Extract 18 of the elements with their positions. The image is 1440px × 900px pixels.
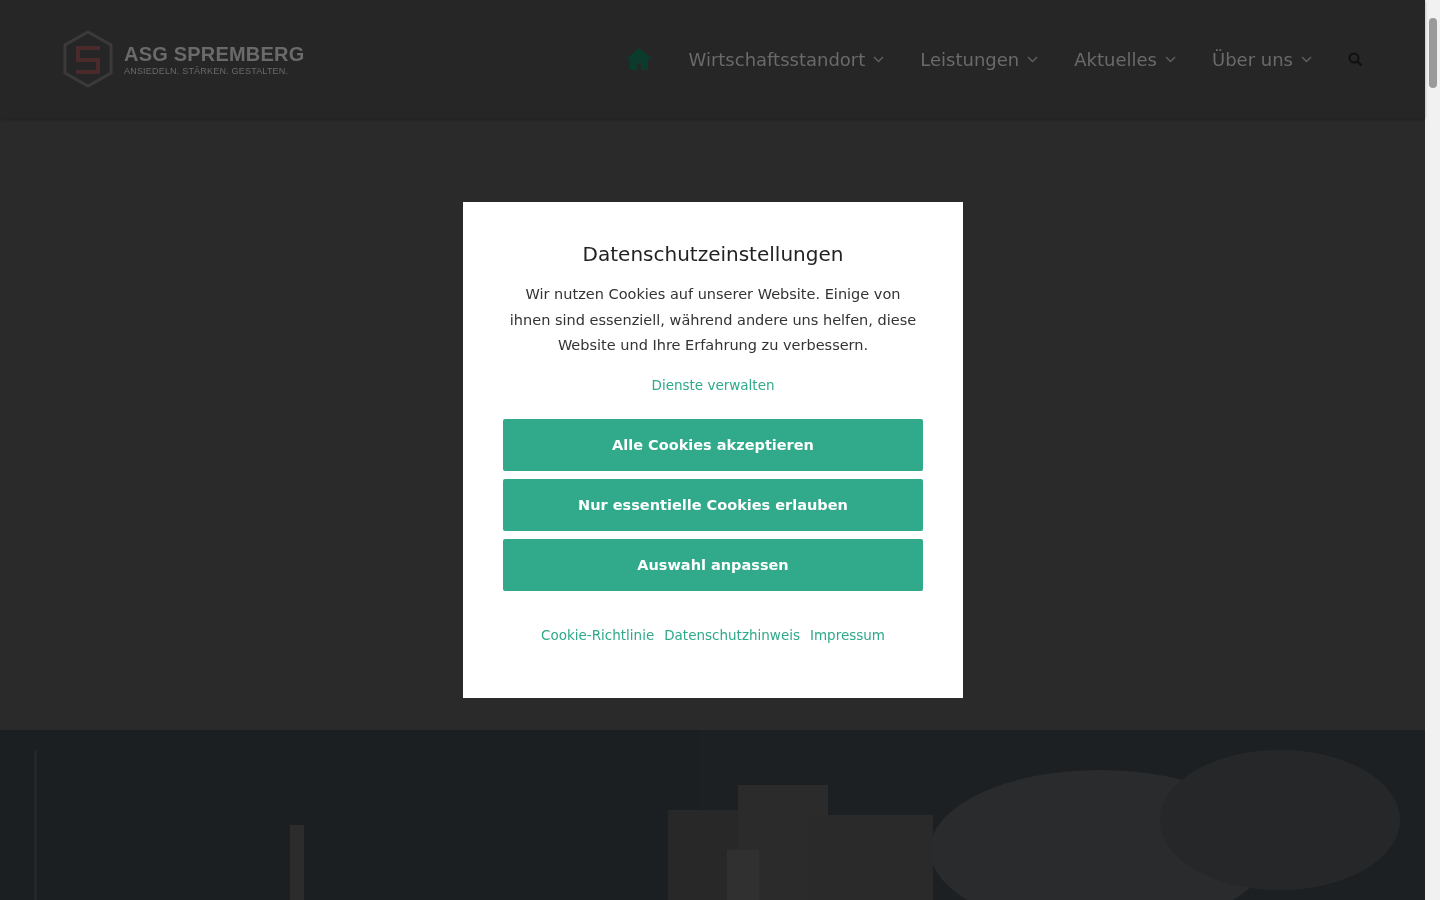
nav-link[interactable]: Über uns — [1212, 48, 1312, 70]
footer-link[interactable]: Datenschutzhinweis — [664, 626, 800, 643]
nav-link[interactable]: Wirtschaftsstandort — [688, 48, 885, 70]
cookie-button[interactable]: Auswahl anpassen — [503, 538, 923, 591]
logo-icon — [62, 30, 114, 88]
dialog-text: Wir nutzen Cookies auf unserer Website. Einige von ihnen sind essenziell, während andere uns helfen, diese Website und Ihre Erfahrung zu verbessern. — [508, 285, 918, 355]
home-icon[interactable] — [624, 47, 653, 71]
nav-link[interactable]: Leistungen — [920, 48, 1039, 70]
cookie-button[interactable]: Alle Cookies akzeptieren — [503, 418, 923, 471]
cookie-button[interactable]: Nur essentielle Cookies erlauben — [503, 478, 923, 531]
logo-name: ASG SPREMBERG — [124, 42, 305, 66]
manage-services-link[interactable]: Dienste verwalten — [651, 376, 775, 393]
nav-link[interactable]: Aktuelles — [1074, 48, 1176, 70]
dialog-title: Datenschutzeinstellungen — [582, 242, 844, 266]
footer-link[interactable]: Impressum — [809, 626, 885, 643]
logo-tagline: ANSIEDELN. STÄRKEN. GESTALTEN. — [124, 65, 290, 76]
footer-link[interactable]: Cookie-Richtlinie — [541, 626, 655, 643]
scrollbar[interactable] — [1425, 0, 1440, 900]
